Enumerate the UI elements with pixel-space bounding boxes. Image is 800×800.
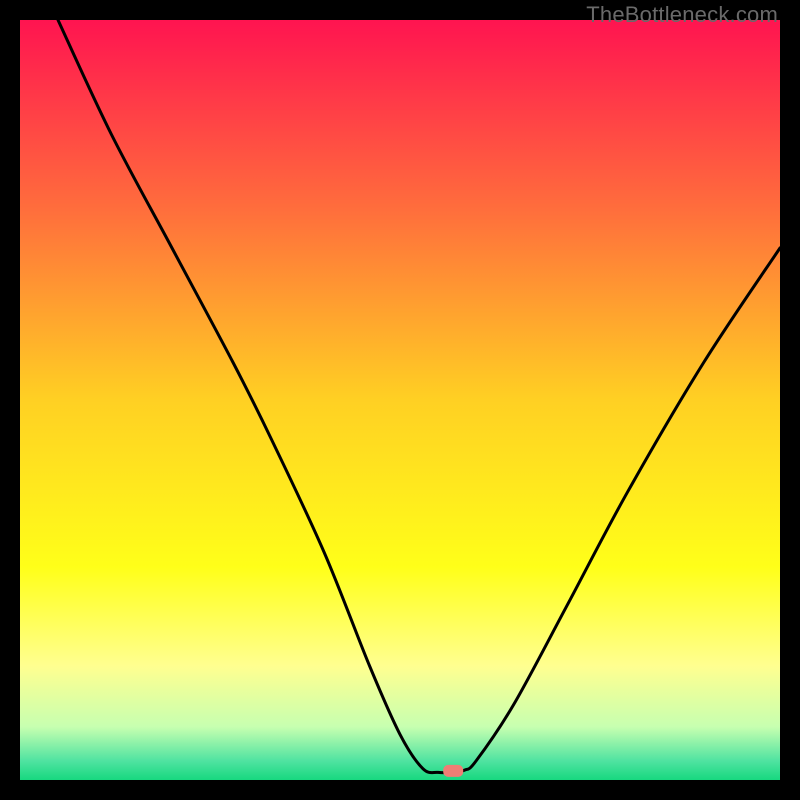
- chart-frame: [20, 20, 780, 780]
- optimal-point-marker: [443, 765, 463, 777]
- watermark-text: TheBottleneck.com: [586, 2, 778, 28]
- chart-background: [20, 20, 780, 780]
- bottleneck-chart: [20, 20, 780, 780]
